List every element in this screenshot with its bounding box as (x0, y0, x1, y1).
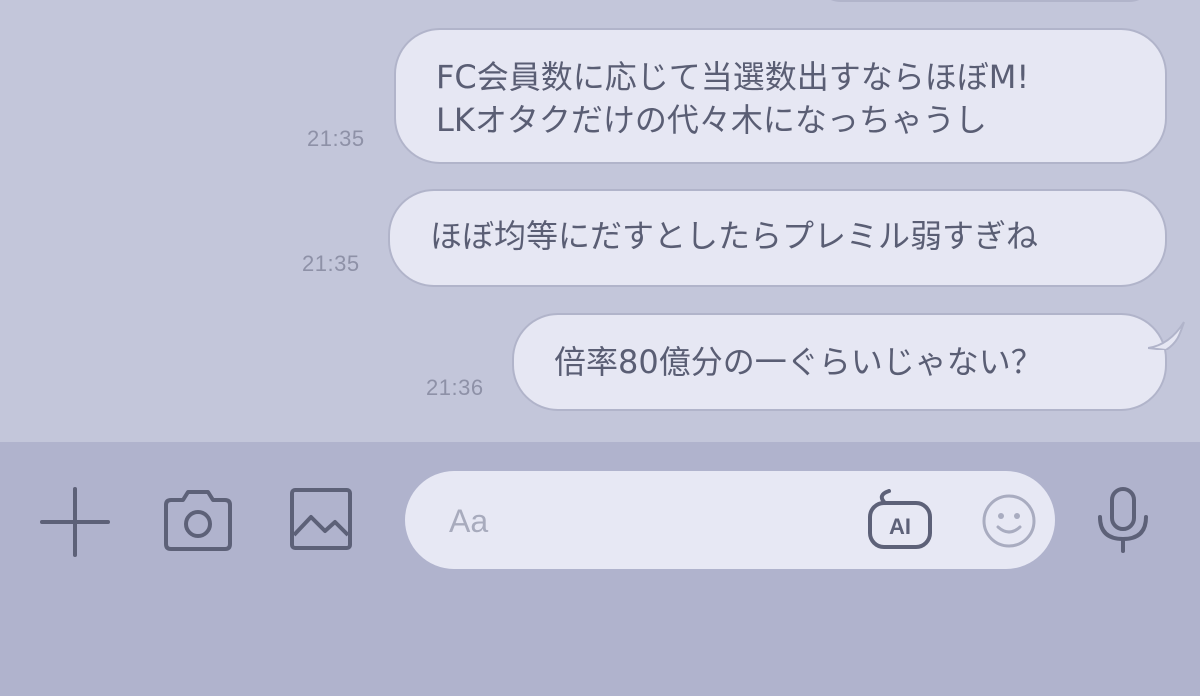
message-text: FC会員数に応じて当選数出すならほぼM! (436, 58, 1030, 96)
message-timestamp: 21:35 (307, 126, 365, 151)
ai-button[interactable]: AI (867, 489, 933, 551)
message-text: 倍率80億分の一ぐらいじゃない？ (554, 343, 1043, 381)
ai-label: AI (889, 514, 911, 539)
mic-icon[interactable] (1094, 487, 1152, 553)
message-bubble-previous[interactable] (815, 0, 1155, 2)
message-text: LKオタクだけの代々木になっちゃうし (436, 101, 987, 139)
message-field[interactable]: AI (405, 471, 1055, 569)
chat-area: FC会員数に応じて当選数出すならほぼM! LKオタクだけの代々木になっちゃうし … (0, 0, 1200, 442)
message-bubble[interactable]: ほぼ均等にだすとしたらプレミル弱すぎね (388, 189, 1167, 287)
plus-icon[interactable] (40, 487, 110, 557)
image-icon[interactable] (289, 487, 353, 551)
message-timestamp: 21:36 (426, 375, 484, 400)
message-bubble[interactable]: FC会員数に応じて当選数出すならほぼM! LKオタクだけの代々木になっちゃうし (394, 28, 1167, 164)
bubble-tail (1148, 321, 1185, 350)
message-input[interactable] (449, 499, 849, 543)
message-text: ほぼ均等にだすとしたらプレミル弱すぎね (430, 217, 1039, 255)
message-timestamp: 21:35 (302, 251, 360, 276)
emoji-icon[interactable] (981, 493, 1037, 549)
camera-icon[interactable] (163, 488, 233, 552)
message-bubble[interactable]: 倍率80億分の一ぐらいじゃない？ (512, 313, 1167, 411)
